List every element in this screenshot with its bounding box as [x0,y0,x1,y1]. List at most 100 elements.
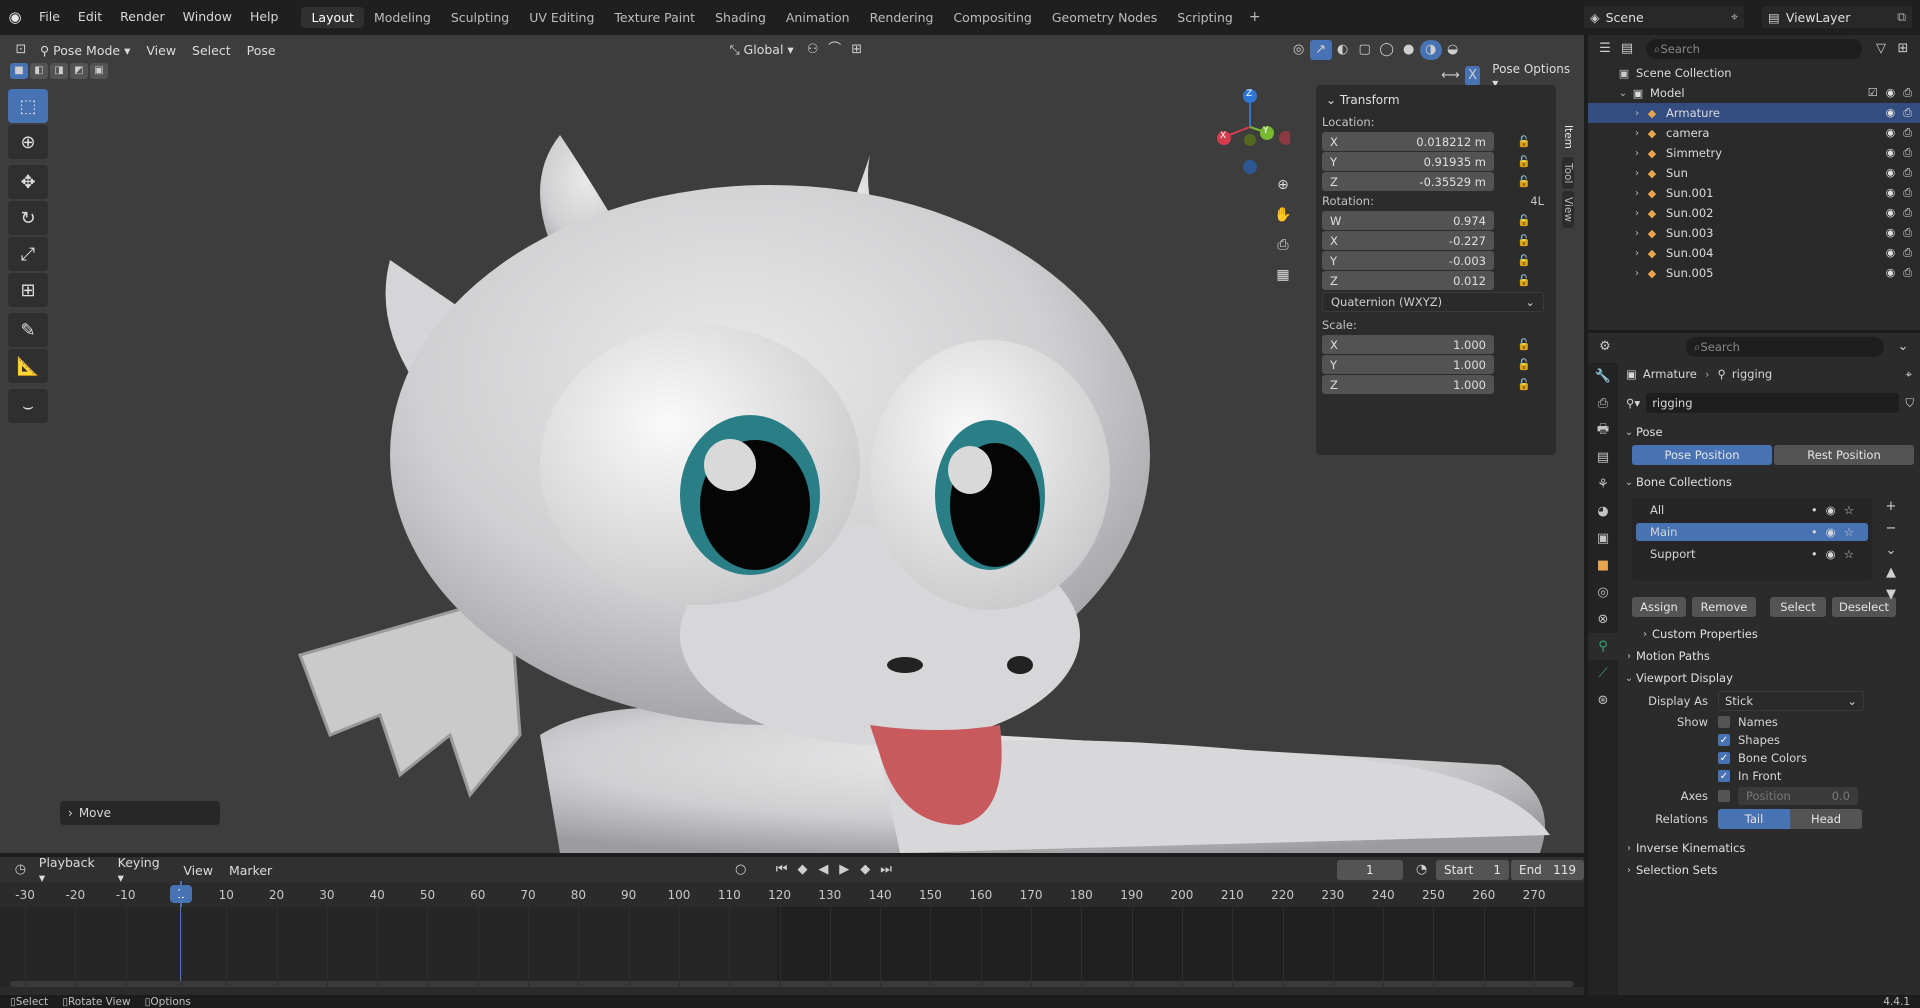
start-frame-field[interactable]: Start 1 [1435,860,1509,880]
tab-shading[interactable]: Shading [705,7,776,28]
select-button[interactable]: Select [1770,597,1826,617]
tab-sculpting[interactable]: Sculpting [441,7,519,28]
jump-start-icon[interactable]: ⏮ [771,860,792,880]
motion-paths-header[interactable]: › Motion Paths [1622,645,1920,667]
eye-icon[interactable]: ◉ [1886,246,1896,260]
add-icon[interactable]: + [1882,497,1900,517]
axes-checkbox[interactable] [1718,790,1730,802]
scale-x-field[interactable]: X 1.000 [1322,335,1494,354]
tail-button[interactable]: Tail [1718,809,1790,829]
viewport-display-header[interactable]: ⌄ Viewport Display [1622,667,1920,689]
menu-help[interactable]: Help [241,0,288,34]
lock-icon[interactable]: 🔓 [1514,378,1534,391]
x-mirror-button[interactable]: X [1465,66,1481,86]
display-as-select[interactable]: Stick ⌄ [1718,691,1864,711]
lock-icon[interactable]: 🔓 [1514,254,1534,267]
remove-button[interactable]: Remove [1692,597,1756,617]
move-tool-icon[interactable]: ✥ [8,165,48,199]
eye-icon[interactable]: ◉ [1886,266,1896,280]
zoom-icon[interactable]: ⊕ [1270,172,1296,198]
timeline-editor[interactable]: ◷ Playback ▾ Keying ▾ View Marker ○ ⏮ ◆ … [0,855,1584,995]
menu-marker[interactable]: Marker [221,861,280,880]
play-icon[interactable]: ▶ [834,860,855,880]
tab-scripting[interactable]: Scripting [1167,7,1243,28]
outliner-item[interactable]: › ◆ camera ◉ ⎙ [1588,123,1920,143]
render-shading-icon[interactable]: ◒ [1442,40,1464,60]
last-operation-panel[interactable]: › Move [60,801,220,825]
chevron-right-icon[interactable]: › [1630,108,1644,119]
outliner-editor-icon[interactable]: ☰ [1594,39,1616,59]
rest-position-button[interactable]: Rest Position [1774,445,1914,465]
eye-icon[interactable]: ◉ [1886,126,1896,140]
tab-compositing[interactable]: Compositing [943,7,1041,28]
play-reverse-icon[interactable]: ◀ [813,860,834,880]
gizmo-toggle-icon[interactable]: ↗ [1309,40,1332,60]
lock-icon[interactable]: 🔓 [1514,338,1534,351]
navigation-gizmo[interactable]: Z X Y [1210,85,1293,175]
constraints-tab-icon[interactable]: ⊗ [1588,606,1618,633]
prev-keyframe-icon[interactable]: ◆ [792,860,813,880]
lock-icon[interactable]: 🔓 [1514,214,1534,227]
editor-type-icon[interactable]: ⊡ [10,40,32,60]
rotation-x-field[interactable]: X -0.227 [1322,231,1494,250]
preview-range-icon[interactable]: ◔ [1411,860,1432,880]
menu-playback[interactable]: Playback ▾ [31,853,110,887]
bone-constraints-tab-icon[interactable]: ⊛ [1588,687,1618,714]
eye-icon[interactable]: ◉ [1886,86,1896,100]
timeline-scrollbar[interactable] [10,981,1574,987]
jump-end-icon[interactable]: ⏭ [876,860,897,880]
world-tab-icon[interactable]: ◕ [1588,498,1618,525]
camera-render-icon[interactable]: ⎙ [1903,206,1912,220]
tab-view[interactable]: View [1562,191,1574,229]
lock-icon[interactable]: 🔓 [1514,358,1534,371]
outliner-item[interactable]: › ◆ Sun ◉ ⎙ [1588,163,1920,183]
head-button[interactable]: Head [1790,809,1862,829]
camera-render-icon[interactable]: ⎙ [1903,126,1912,140]
show-option-checkbox[interactable] [1718,716,1730,728]
select-box-tool-icon[interactable]: ⬚ [8,89,48,123]
armature-data-tab-icon[interactable]: ⚲ [1588,633,1618,660]
eye-icon[interactable]: ◉ [1826,525,1836,539]
outliner-item[interactable]: › ◆ Sun.004 ◉ ⎙ [1588,243,1920,263]
camera-render-icon[interactable]: ⎙ [1903,226,1912,240]
menu-keying[interactable]: Keying ▾ [110,853,176,887]
scene-tab-icon[interactable]: ⚘ [1588,471,1618,498]
data-name-field[interactable]: rigging [1646,393,1900,413]
armature-data-icon[interactable]: ⚲▾ [1626,396,1640,410]
ortho-grid-icon[interactable]: ▦ [1270,262,1296,288]
rotation-w-field[interactable]: W 0.974 [1322,211,1494,230]
menu-edit[interactable]: Edit [69,0,111,34]
3d-viewport[interactable]: ⊡ ⚲ Pose Mode ▾ View Select Pose ⤡ Globa… [0,35,1584,853]
bone-collection-item[interactable]: Main • ◉ ☆ [1636,523,1868,541]
menu-window[interactable]: Window [174,0,241,34]
outliner-item[interactable]: › ◆ Sun.001 ◉ ⎙ [1588,183,1920,203]
lock-icon[interactable]: 🔓 [1514,274,1534,287]
chevron-right-icon[interactable]: › [1630,268,1644,279]
display-mode-icon[interactable]: ▤ [1616,39,1638,59]
camera-render-icon[interactable]: ⎙ [1903,146,1912,160]
annotate-tool-icon[interactable]: ✎ [8,313,48,347]
pivot-icon[interactable]: ⚇ [802,40,824,60]
outliner-item[interactable]: › ◆ Sun.003 ◉ ⎙ [1588,223,1920,243]
filter-icon[interactable]: ▽ [1870,39,1892,59]
tab-animation[interactable]: Animation [776,7,860,28]
camera-render-icon[interactable]: ⎙ [1903,186,1912,200]
outliner-item[interactable]: › ◆ Armature ◉ ⎙ [1588,103,1920,123]
snap-icon[interactable]: ⌒ [824,40,846,60]
axes-position-field[interactable]: Position 0.0 [1738,787,1858,805]
rotation-y-field[interactable]: Y -0.003 [1322,251,1494,270]
chevron-right-icon[interactable]: › [1630,248,1644,259]
camera-render-icon[interactable]: ⎙ [1903,246,1912,260]
bone-collection-item[interactable]: All • ◉ ☆ [1636,501,1868,519]
chevron-right-icon[interactable]: › [1630,208,1644,219]
transform-header[interactable]: ⌄ Transform [1316,85,1556,113]
eye-icon[interactable]: ◉ [1886,226,1896,240]
checkbox-icon[interactable]: ☑ [1868,86,1878,100]
move-up-icon[interactable]: ▲ [1882,563,1900,583]
eye-icon[interactable]: ◉ [1886,166,1896,180]
star-icon[interactable]: ☆ [1844,525,1854,539]
tab-layout[interactable]: Layout [301,6,364,28]
chevron-down-icon[interactable]: ⌄ [1882,541,1900,561]
eye-icon[interactable]: ◉ [1886,206,1896,220]
tool-tab-icon[interactable]: 🔧 [1588,363,1618,390]
